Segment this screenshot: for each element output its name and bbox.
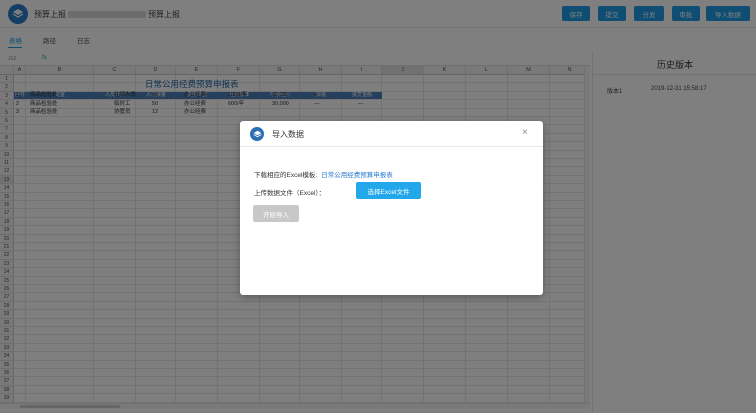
import-data-dialog: 导入数据 × 下载相应的Excel模板: 日常公用经费预算申报表 上传数据文件（E… [240, 121, 543, 295]
download-template-label: 下载相应的Excel模板: [254, 172, 318, 179]
dialog-title: 导入数据 [272, 130, 304, 139]
upload-file-label: 上传数据文件（Excel）： [254, 190, 326, 197]
download-template-link[interactable]: 日常公用经费预算申报表 [321, 172, 393, 179]
close-icon[interactable]: × [522, 127, 528, 139]
template-row: 下载相应的Excel模板: 日常公用经费预算申报表 [254, 169, 393, 179]
start-import-button[interactable]: 开始导入 [253, 205, 299, 222]
choose-excel-file-button[interactable]: 选择Excel文件 [356, 182, 421, 199]
app-logo-icon [250, 127, 264, 141]
dialog-header: 导入数据 × [240, 121, 543, 147]
